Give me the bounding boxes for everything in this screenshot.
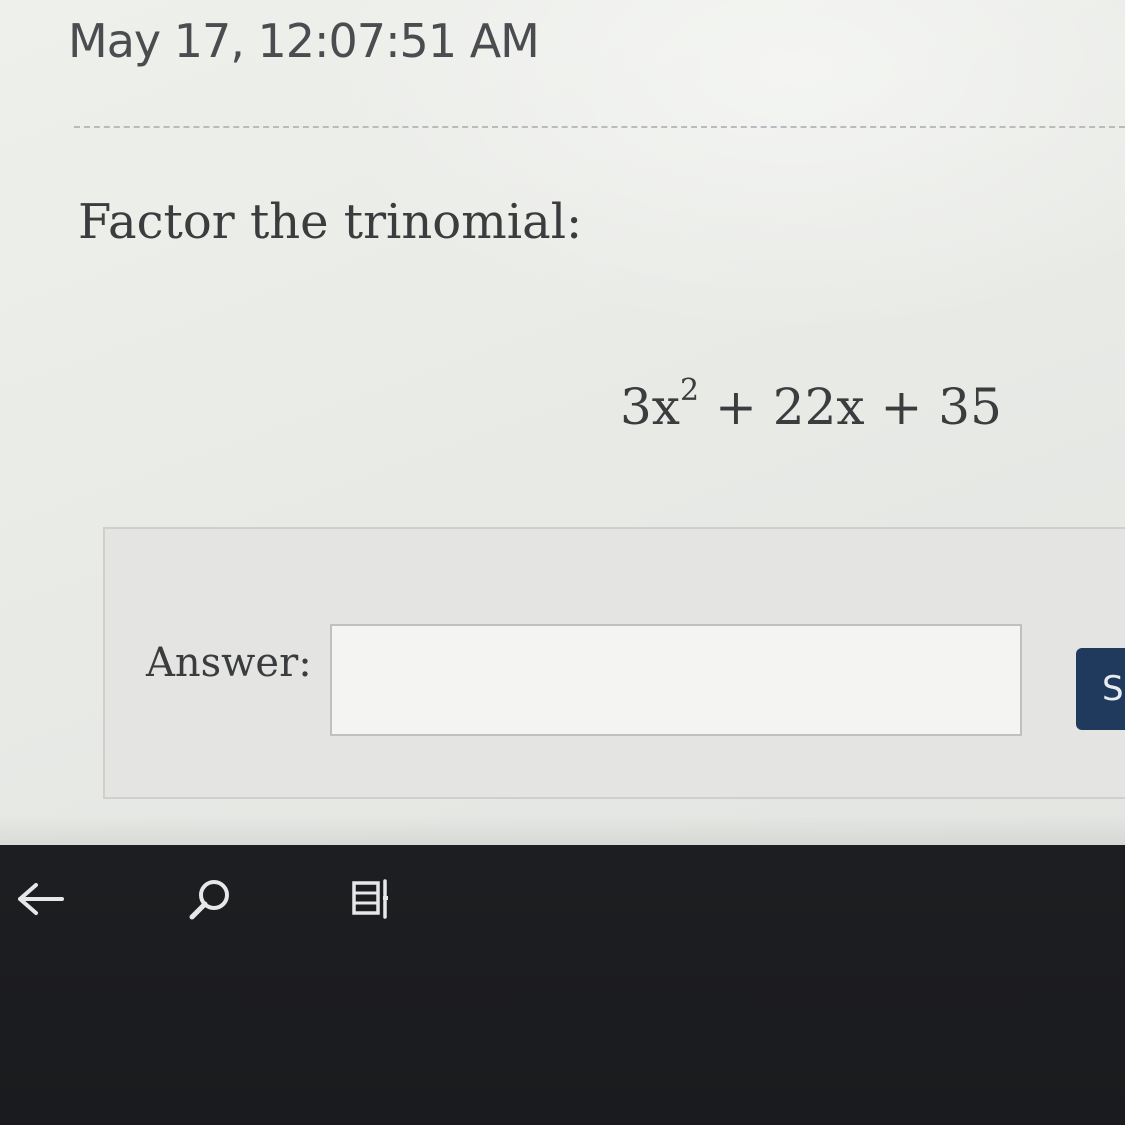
question-prompt: Factor the trinomial: bbox=[78, 194, 583, 250]
expression-exponent: 2 bbox=[680, 373, 700, 409]
task-view-icon[interactable] bbox=[345, 869, 405, 929]
expression-remaining-terms: + 22x + 35 bbox=[699, 378, 1002, 436]
screen: May 17, 12:07:51 AM Factor the trinomial… bbox=[0, 0, 1125, 1125]
submit-button[interactable]: S bbox=[1076, 648, 1125, 730]
search-icon[interactable] bbox=[182, 869, 242, 929]
taskbar bbox=[0, 845, 1125, 945]
trinomial-expression: 3x2 + 22x + 35 bbox=[620, 373, 1002, 436]
answer-label: Answer: bbox=[146, 640, 312, 686]
dashed-divider bbox=[74, 126, 1125, 128]
timestamp: May 17, 12:07:51 AM bbox=[68, 14, 540, 68]
expression-leading-term: 3x bbox=[620, 378, 681, 436]
answer-input[interactable] bbox=[330, 624, 1022, 736]
back-arrow-icon[interactable] bbox=[10, 869, 70, 929]
web-page: May 17, 12:07:51 AM Factor the trinomial… bbox=[0, 0, 1125, 845]
